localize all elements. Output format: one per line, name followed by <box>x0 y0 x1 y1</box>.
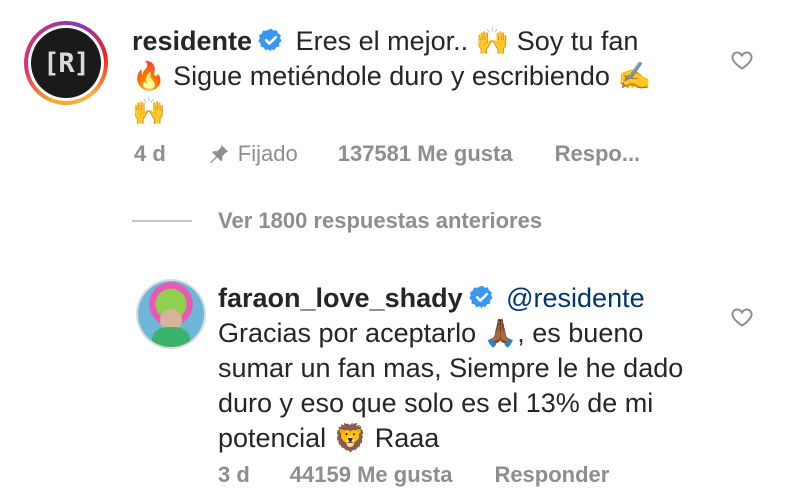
mention-link[interactable]: @residente <box>506 283 644 313</box>
view-previous-replies[interactable]: Ver 1800 respuestas anteriores <box>132 208 542 234</box>
comment-time: 3 d <box>218 462 250 487</box>
comment-text-1: Eres el mejor.. <box>295 26 469 56</box>
reply-button[interactable]: Responder <box>494 462 609 488</box>
comments-view: [R] residente Eres el mejor.. 🙌 Soy tu f… <box>0 0 800 498</box>
verified-badge-icon <box>468 285 493 309</box>
raising-hands-emoji: 🙌 <box>475 26 510 57</box>
username-residente[interactable]: residente <box>132 26 252 56</box>
comment-text-3: Raaa <box>374 423 440 453</box>
comment-meta-faraon: 3 d 44159 Me gusta Responder <box>218 462 609 488</box>
heart-outline-icon[interactable] <box>730 305 754 329</box>
avatar-ring: [R] <box>28 25 104 101</box>
heart-outline-icon[interactable] <box>730 48 754 72</box>
avatar-faraon[interactable] <box>136 279 206 349</box>
comment-time: 4 d <box>134 141 166 166</box>
pinned-label: Fijado <box>237 141 298 166</box>
username-faraon[interactable]: faraon_love_shady <box>218 283 463 313</box>
raising-hands-emoji-2: 🙌 <box>132 96 166 127</box>
fire-emoji: 🔥 <box>132 61 166 92</box>
comment-text-3: Sigue metiéndole duro y escribiendo <box>173 61 610 91</box>
avatar-body <box>152 327 190 347</box>
comment-faraon: faraon_love_shady @residente Gracias por… <box>218 281 688 456</box>
pin-icon <box>210 144 228 164</box>
avatar-photo <box>138 281 204 347</box>
comment-residente: residente Eres el mejor.. 🙌 Soy tu fan 🔥… <box>132 24 692 129</box>
writing-hand-emoji: ✍️ <box>617 61 652 92</box>
avatar-inner: [R] <box>31 28 101 98</box>
residente-logo: [R] <box>43 47 90 79</box>
folded-hands-emoji: 🙏🏾 <box>483 318 518 349</box>
replies-divider <box>132 220 192 222</box>
comment-text-2: Soy tu fan <box>516 26 639 56</box>
avatar-residente[interactable]: [R] <box>24 21 108 105</box>
comment-meta-residente: 4 d Fijado 137581 Me gusta Respo... <box>134 141 640 167</box>
verified-badge-icon <box>258 28 282 52</box>
lion-emoji: 🦁 <box>333 423 368 454</box>
likes-count[interactable]: 137581 Me gusta <box>338 141 513 167</box>
likes-count[interactable]: 44159 Me gusta <box>290 462 453 488</box>
view-replies-label[interactable]: Ver 1800 respuestas anteriores <box>218 208 542 234</box>
comment-text-1: Gracias por aceptarlo <box>218 318 477 348</box>
reply-button[interactable]: Respo... <box>555 141 641 167</box>
